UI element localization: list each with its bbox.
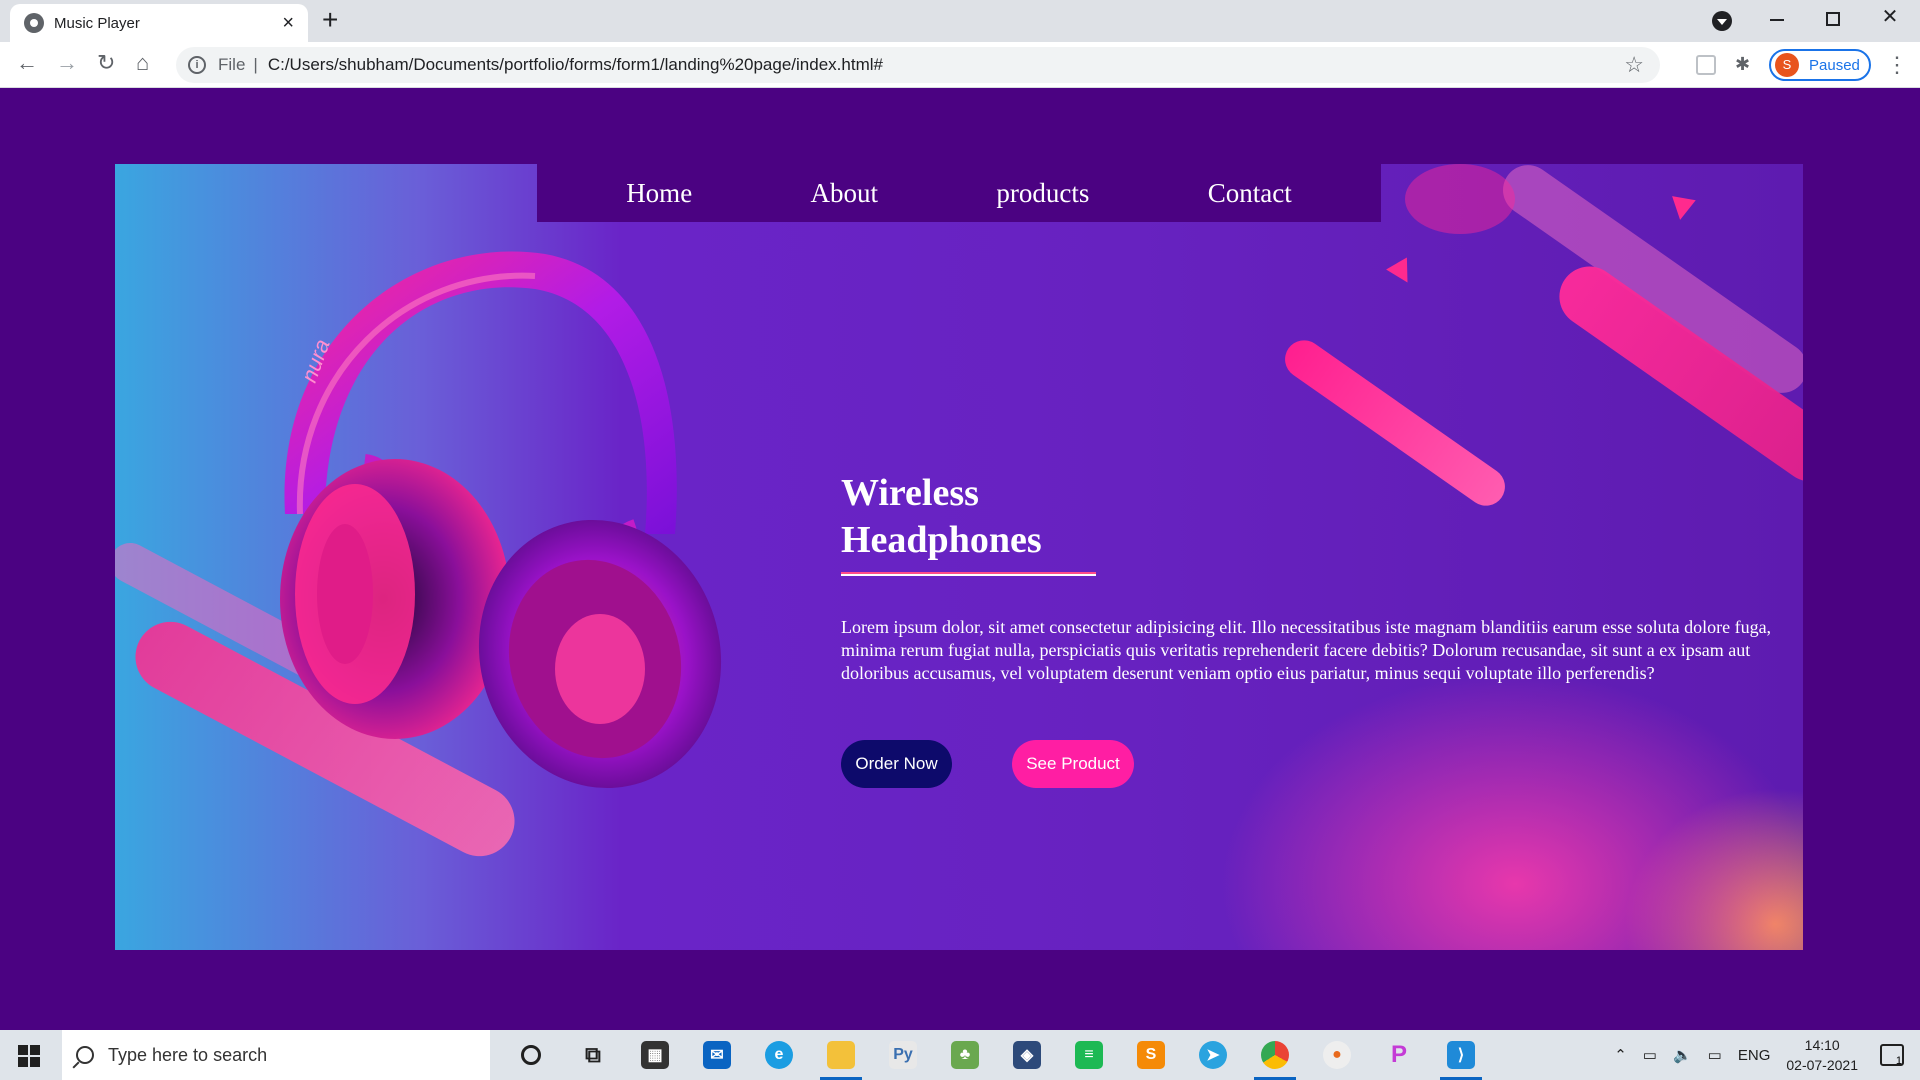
avatar: S [1775, 53, 1799, 77]
forward-arrow-icon[interactable]: → [56, 52, 78, 74]
tab-close-icon[interactable]: × [282, 13, 294, 33]
hero-title: Wireless Headphones [841, 470, 1791, 564]
chevron-up-icon[interactable]: ⌃ [1614, 1046, 1627, 1064]
volume-icon[interactable]: 🔈 [1673, 1046, 1692, 1064]
language-indicator[interactable]: ENG [1738, 1047, 1771, 1064]
reload-icon[interactable]: ↻ [97, 52, 115, 74]
search-icon [76, 1046, 94, 1064]
store-icon[interactable]: ▦ [624, 1030, 686, 1080]
tab-search-icon[interactable] [1712, 11, 1732, 31]
network-icon[interactable]: ▭ [1643, 1046, 1657, 1064]
clock-date: 02-07-2021 [1786, 1057, 1858, 1073]
chrome-icon[interactable] [1244, 1030, 1306, 1080]
mail-icon[interactable]: ✉ [686, 1030, 748, 1080]
globe-icon [24, 13, 44, 33]
new-tab-button[interactable]: + [322, 6, 338, 34]
browser-toolbar: ← → ↻ ⌂ i File | C:/Users/shubham/Docume… [0, 42, 1920, 88]
close-window-button[interactable]: ✕ [1870, 4, 1910, 29]
battery-icon[interactable]: ▭ [1708, 1046, 1722, 1064]
puzzle-extensions-icon[interactable]: ✱ [1735, 54, 1750, 75]
nav-products[interactable]: products [996, 178, 1089, 209]
picsart-icon[interactable]: P [1368, 1030, 1430, 1080]
decor-triangle [1386, 257, 1418, 289]
file-explorer-icon[interactable] [810, 1030, 872, 1080]
nav-home[interactable]: Home [626, 178, 692, 209]
headphones-image: nura [280, 251, 722, 789]
cortana-icon[interactable] [500, 1030, 562, 1080]
telegram-icon[interactable]: ➤ [1182, 1030, 1244, 1080]
hero-description: Lorem ipsum dolor, sit amet consectetur … [841, 617, 1772, 683]
taskbar-search[interactable]: Type here to search [62, 1030, 490, 1080]
task-view-icon[interactable]: ⧉ [562, 1030, 624, 1080]
nav-contact[interactable]: Contact [1208, 178, 1292, 209]
decor-blob [1405, 164, 1515, 234]
url-text[interactable]: C:/Users/shubham/Documents/portfolio/for… [268, 55, 883, 75]
address-bar[interactable]: i File | C:/Users/shubham/Documents/port… [176, 47, 1660, 83]
bookmark-star-icon[interactable]: ☆ [1624, 52, 1644, 78]
python-icon[interactable]: Py [872, 1030, 934, 1080]
nav-about[interactable]: About [811, 178, 879, 209]
info-icon[interactable]: i [188, 56, 206, 74]
see-product-button[interactable]: See Product [1012, 740, 1134, 788]
edge-icon[interactable]: e [748, 1030, 810, 1080]
vscode-icon[interactable]: ⟩ [1430, 1030, 1492, 1080]
minimize-button[interactable] [1757, 4, 1797, 27]
extension-icon[interactable] [1696, 55, 1716, 75]
browser-tab-strip: Music Player × + ✕ [0, 0, 1920, 42]
back-arrow-icon[interactable]: ← [16, 52, 38, 74]
vmware-icon[interactable]: ◈ [996, 1030, 1058, 1080]
kebab-menu-icon[interactable]: ⋮ [1886, 52, 1908, 78]
hero-title-line1: Wireless [841, 472, 979, 514]
spotify-icon[interactable]: ≡ [1058, 1030, 1120, 1080]
hero-content: Wireless Headphones Lorem ipsum dolor, s… [841, 470, 1791, 788]
notification-icon[interactable]: 1 [1880, 1044, 1904, 1067]
windows-taskbar: Type here to search ⧉ ▦ ✉ e Py ♣ ◈ ≡ S ➤… [0, 1030, 1920, 1080]
hero-buttons: Order Now See Product [841, 740, 1791, 788]
main-nav: Home About products Contact [537, 164, 1381, 222]
taskbar-apps: ⧉ ▦ ✉ e Py ♣ ◈ ≡ S ➤ ● P ⟩ [500, 1030, 1492, 1080]
profile-status: Paused [1809, 56, 1860, 74]
sublime-icon[interactable]: S [1120, 1030, 1182, 1080]
address-separator: | [253, 55, 258, 74]
system-tray: ⌃ ▭ 🔈 ▭ ENG 14:10 02-07-2021 1 [1614, 1030, 1920, 1080]
clock[interactable]: 14:10 02-07-2021 [1786, 1035, 1858, 1075]
app-icon[interactable]: ● [1306, 1030, 1368, 1080]
decor-triangle [1668, 196, 1696, 222]
windows-start-icon[interactable] [18, 1045, 40, 1067]
home-icon[interactable]: ⌂ [136, 52, 149, 74]
order-now-button[interactable]: Order Now [841, 740, 952, 788]
tab-title: Music Player [54, 14, 140, 32]
maximize-button[interactable] [1813, 4, 1853, 32]
profile-button[interactable]: S Paused [1769, 49, 1871, 81]
scheme-label: File [218, 55, 246, 74]
taskbar-search-placeholder: Type here to search [108, 1044, 268, 1065]
clock-time: 14:10 [1804, 1037, 1840, 1053]
title-underline [841, 572, 1096, 576]
browser-tab[interactable]: Music Player × [10, 4, 308, 42]
hero-title-line2: Headphones [841, 519, 1042, 561]
app-icon[interactable]: ♣ [934, 1030, 996, 1080]
